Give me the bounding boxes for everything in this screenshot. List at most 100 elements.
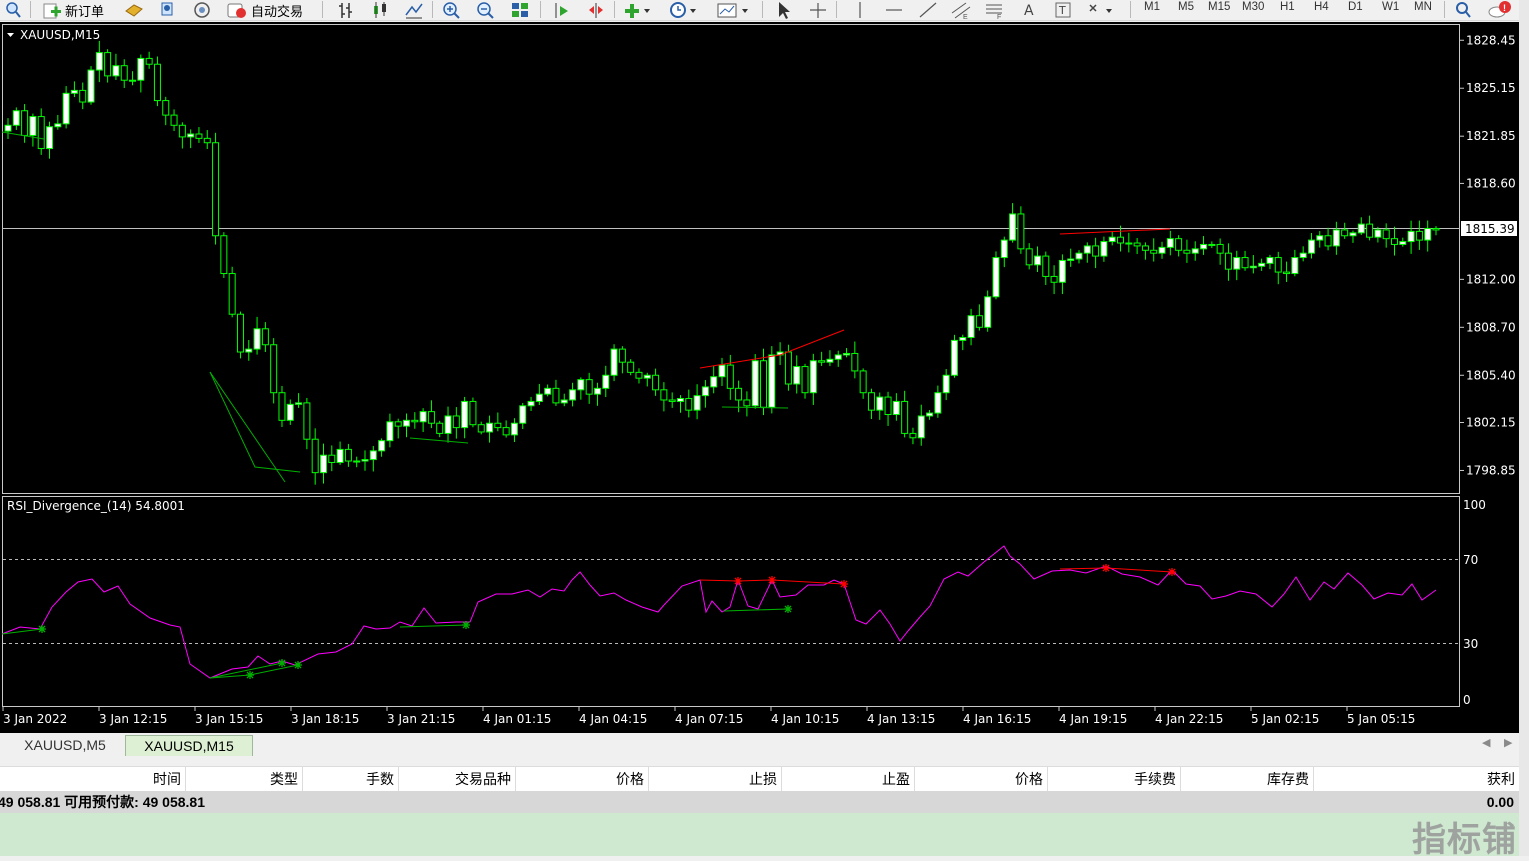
- candle: [46, 126, 54, 150]
- timeframe-m1[interactable]: M1: [1144, 0, 1160, 19]
- candle: [187, 133, 195, 138]
- book-icon: [125, 4, 143, 17]
- candle: [834, 354, 842, 360]
- zoom-in-button[interactable]: [442, 0, 462, 20]
- line-chart-button[interactable]: [404, 0, 424, 20]
- horizontal-line-button[interactable]: [884, 0, 904, 20]
- candle: [643, 374, 651, 379]
- bear-divergence-marker: [840, 580, 848, 588]
- new-order-label: 新订单: [65, 3, 105, 19]
- auto-trading-icon: [227, 3, 246, 18]
- chart-window[interactable]: 1828.45 1825.15 1821.85 1818.60 1812.00 1808.…: [0, 22, 1519, 733]
- vertical-line-button[interactable]: [850, 0, 870, 20]
- bull-divergence-marker: [784, 605, 792, 613]
- time-axis-label: 4 Jan 07:15: [675, 712, 743, 726]
- candle: [1374, 229, 1382, 238]
- timeframe-h4[interactable]: H4: [1314, 0, 1329, 19]
- bear-divergence-marker: [1168, 568, 1176, 576]
- timeframe-m30[interactable]: M30: [1242, 0, 1264, 19]
- candle: [892, 400, 900, 416]
- col-tp[interactable]: 止盈: [782, 767, 915, 791]
- timeframe-w1[interactable]: W1: [1382, 0, 1399, 19]
- cursor-button[interactable]: [774, 0, 792, 20]
- candle: [278, 392, 286, 421]
- bar-chart-button[interactable]: [336, 0, 356, 20]
- candle: [79, 89, 87, 103]
- text-button[interactable]: A: [1020, 0, 1038, 20]
- candle: [129, 79, 137, 82]
- templates-button[interactable]: [716, 0, 750, 20]
- candle: [593, 387, 601, 395]
- candle: [1166, 238, 1174, 248]
- equidistant-channel-button[interactable]: E: [950, 0, 972, 20]
- new-order-button[interactable]: 新订单: [42, 0, 104, 20]
- auto-scroll-button[interactable]: [552, 0, 572, 20]
- timeframe-d1[interactable]: D1: [1348, 0, 1363, 19]
- periods-button[interactable]: [668, 0, 698, 20]
- candle: [212, 142, 220, 237]
- col-swap[interactable]: 库存费: [1181, 767, 1314, 791]
- tab-xauusd-m15[interactable]: XAUUSD,M15: [125, 735, 253, 756]
- col-profit[interactable]: 获利: [1314, 767, 1519, 791]
- candle: [286, 403, 294, 421]
- candle: [295, 402, 303, 405]
- trendline-button[interactable]: [918, 0, 938, 20]
- timeframe-m15[interactable]: M15: [1208, 0, 1230, 19]
- candle: [950, 339, 958, 376]
- timeframe-m5[interactable]: M5: [1178, 0, 1194, 19]
- timeframe-mn[interactable]: MN: [1414, 0, 1432, 19]
- terminal-body: [0, 813, 1519, 856]
- navigator-button[interactable]: [158, 0, 178, 20]
- tab-scroll-right-icon[interactable]: ▶: [1504, 736, 1512, 749]
- candle: [29, 116, 37, 136]
- tab-xauusd-m5[interactable]: XAUUSD,M5: [6, 735, 124, 756]
- candle: [693, 395, 701, 411]
- candle: [1058, 259, 1066, 283]
- col-sl[interactable]: 止损: [649, 767, 782, 791]
- svg-text:T: T: [1058, 4, 1066, 17]
- text-label-button[interactable]: T: [1054, 0, 1072, 20]
- candle-chart-button[interactable]: [370, 0, 390, 20]
- zoom-window-button[interactable]: [4, 0, 22, 20]
- fibonacci-button[interactable]: F: [984, 0, 1006, 20]
- candle: [1399, 241, 1407, 245]
- candle: [1133, 242, 1141, 247]
- chart-tabs: XAUUSD,M5 XAUUSD,M15 ◀ ▶: [0, 733, 1529, 757]
- col-commission[interactable]: 手续费: [1048, 767, 1181, 791]
- chart-shift-button[interactable]: [586, 0, 606, 20]
- col-volume[interactable]: 手数: [303, 767, 399, 791]
- notifications-button[interactable]: !: [1488, 0, 1514, 20]
- col-time[interactable]: 时间: [0, 767, 186, 791]
- candle: [735, 387, 743, 401]
- col-price[interactable]: 价格: [516, 767, 649, 791]
- bull-divergence-marker: [294, 661, 302, 669]
- balance-row: 49 058.81 可用预付款: 49 058.81 0.00: [0, 791, 1519, 813]
- col-price-current[interactable]: 价格: [915, 767, 1048, 791]
- crosshair-button[interactable]: [808, 0, 828, 20]
- candle: [1316, 235, 1324, 241]
- tile-windows-button[interactable]: [510, 0, 530, 20]
- indicators-button[interactable]: [624, 0, 652, 20]
- candle: [477, 424, 485, 433]
- zoom-out-button[interactable]: [476, 0, 496, 20]
- arrows-button[interactable]: [1086, 0, 1116, 20]
- candle: [361, 459, 369, 462]
- right-edge-scrollbar[interactable]: [1519, 0, 1529, 856]
- time-axis-label: 3 Jan 12:15: [99, 712, 167, 726]
- candle: [1291, 257, 1299, 275]
- signals-button[interactable]: [192, 0, 212, 20]
- auto-trading-button[interactable]: 自动交易: [226, 0, 303, 20]
- col-symbol[interactable]: 交易品种: [399, 767, 516, 791]
- candle: [793, 366, 801, 385]
- col-type[interactable]: 类型: [186, 767, 303, 791]
- candle: [560, 399, 568, 404]
- timeframe-h1[interactable]: H1: [1280, 0, 1295, 19]
- search-button[interactable]: [1454, 0, 1472, 20]
- svg-text:E: E: [963, 14, 968, 19]
- candle: [635, 371, 643, 379]
- tab-scroll-left-icon[interactable]: ◀: [1482, 736, 1490, 749]
- candle: [452, 415, 460, 429]
- candle: [37, 116, 45, 150]
- metaeditor-button[interactable]: [124, 0, 144, 20]
- candle: [427, 411, 435, 424]
